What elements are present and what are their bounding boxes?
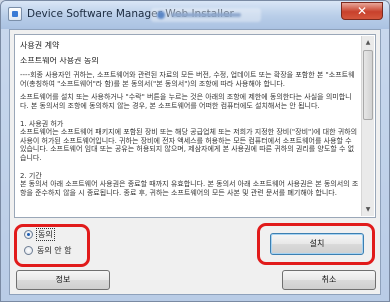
license-paragraph: ----회종 사용자인 귀하는, 소프트웨어와 관련된 자료의 모든 버전, 수…	[20, 71, 355, 88]
license-title: 소프트웨어 사용권 동의	[20, 57, 99, 65]
scroll-down-arrow-icon[interactable]: ▼	[363, 204, 373, 215]
agree-radio[interactable]	[24, 230, 33, 239]
scroll-thumb[interactable]	[363, 50, 373, 120]
dialog-client-area: 사용권 계약 소프트웨어 사용권 동의 ----회종 사용자인 귀하는, 소프트…	[9, 29, 381, 295]
license-paragraph: 소프트웨어를 설치 또는 사용하거나 "수락" 버튼을 누르는 것은 아래의 조…	[20, 93, 352, 110]
close-button[interactable]: ✕	[341, 2, 383, 20]
installer-window: Device Software Manager Web Installer ✕ …	[0, 0, 390, 302]
info-button[interactable]: 정보	[16, 270, 110, 290]
disagree-radio[interactable]	[24, 246, 33, 255]
license-text-area[interactable]: 소프트웨어 사용권 동의 ----회종 사용자인 귀하는, 소프트웨어와 관련된…	[20, 57, 360, 215]
license-agreement-box: 사용권 계약 소프트웨어 사용권 동의 ----회종 사용자인 귀하는, 소프트…	[14, 34, 376, 218]
license-scrollbar[interactable]: ▲ ▼	[361, 36, 374, 216]
blurred-dot	[157, 11, 165, 19]
install-button[interactable]: 설치	[270, 233, 364, 255]
cancel-button[interactable]: 취소	[282, 270, 376, 290]
close-icon: ✕	[356, 4, 368, 18]
scroll-up-arrow-icon[interactable]: ▲	[363, 37, 373, 48]
disagree-label[interactable]: 동의 안 함	[37, 245, 72, 256]
license-paragraph: 1. 사용권 허가 소프트웨어는 소프트웨어 패키지에 포함된 장비 또는 해당…	[20, 120, 358, 162]
title-bar[interactable]: Device Software Manager Web Installer ✕	[1, 1, 389, 29]
agree-label[interactable]: 동의	[36, 228, 55, 241]
background-taskbar-item	[151, 8, 261, 22]
blurred-bar	[171, 13, 241, 17]
license-heading: 사용권 계약	[20, 41, 60, 50]
installer-app-icon	[8, 7, 22, 21]
agreement-options: 동의 동의 안 함	[16, 225, 180, 263]
license-paragraph: 2. 기간 본 동의서 아래 소프트웨어 사용권은 종료할 때까지 유효합니다.…	[20, 172, 359, 197]
